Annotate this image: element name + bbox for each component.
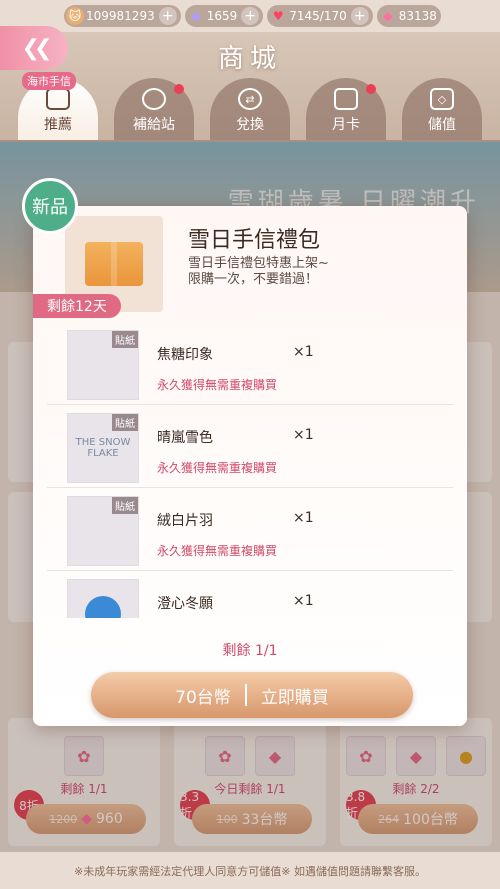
tab-supply[interactable]: 補給站 [114, 78, 194, 140]
item-qty: ×1 [293, 510, 314, 526]
notification-dot [366, 84, 376, 94]
list-item: 貼紙 焦糖印象 ×1 永久獲得無需重複購買 [47, 322, 453, 405]
item-qty: ×1 [293, 593, 314, 609]
tab-monthly-card[interactable]: 月卡 [306, 78, 386, 140]
buy-label: 立即購買 [260, 687, 329, 708]
tab-label: 月卡 [332, 117, 360, 133]
diamonds-count: 83138 [398, 9, 437, 23]
new-badge: 新品 [22, 178, 78, 234]
clock-icon [142, 88, 166, 110]
list-item: 澄心冬願 ×1 [47, 571, 453, 618]
divider [244, 684, 247, 706]
diamond-icon: ◆ [383, 9, 393, 23]
tab-badge: 海市手信 [22, 72, 76, 90]
sticker-tag: 貼紙 [112, 414, 138, 431]
resource-bar: 🐱 109981293 + ◆ 1659 + ♥ 7145/170 + ◆ 83138 [0, 0, 500, 32]
tab-label: 兌換 [236, 117, 264, 133]
modal-title: 雪日手信禮包 [188, 228, 321, 253]
buy-now-button[interactable]: 70台幣 立即購買 [91, 672, 413, 718]
sticker-thumb: THE SNOW FLAKE 貼紙 [67, 413, 139, 483]
tab-topup[interactable]: ◇ 儲值 [402, 78, 482, 140]
item-name: 澄心冬願 [157, 596, 213, 612]
exchange-icon: ⇄ [238, 88, 262, 110]
days-left-badge: 剩餘12天 [33, 294, 121, 318]
item-name: 絨白片羽 [157, 513, 213, 529]
list-item: 貼紙 絨白片羽 ×1 永久獲得無需重複購買 [47, 488, 453, 571]
gems-count: 1659 [206, 9, 238, 23]
modal-description: 雪日手信禮包特惠上架~ 限購一次，不要錯過！ [188, 256, 329, 287]
hearts-count: 7145/170 [289, 9, 347, 23]
sticker-tag: 貼紙 [112, 497, 138, 514]
item-qty: ×1 [293, 344, 314, 360]
footer-notice: ※未成年玩家需經法定代理人同意方可儲值※ 如遇儲值問題請聯繫客服。 [0, 852, 500, 889]
item-name: 焦糖印象 [157, 347, 213, 363]
add-gems-button[interactable]: + [241, 7, 260, 25]
price: 70台幣 [175, 687, 231, 708]
notification-dot [174, 84, 184, 94]
item-qty: ×1 [293, 427, 314, 443]
list-item: THE SNOW FLAKE 貼紙 晴嵐雪色 ×1 永久獲得無需重複購買 [47, 405, 453, 488]
sticker-tag: 貼紙 [112, 331, 138, 348]
calendar-icon [334, 88, 358, 110]
add-button[interactable]: + [158, 7, 177, 25]
item-name: 晴嵐雪色 [157, 430, 213, 446]
diamond-outline-icon: ◇ [430, 88, 454, 110]
tab-label: 補給站 [133, 117, 175, 133]
hearts-pill: ♥ 7145/170 + [267, 5, 373, 27]
add-hearts-button[interactable]: + [350, 7, 369, 25]
bag-icon [46, 88, 70, 110]
gems-pill: ◆ 1659 + [184, 5, 264, 27]
sticker-thumb: 貼紙 [67, 496, 139, 566]
tab-label: 儲值 [428, 117, 456, 133]
pack-contents-list[interactable]: 貼紙 焦糖印象 ×1 永久獲得無需重複購買 THE SNOW FLAKE 貼紙 晴… [47, 322, 453, 618]
gem-icon: ◆ [191, 9, 201, 23]
heart-icon: ♥ [272, 9, 284, 23]
player-id-pill: 🐱 109981293 + [64, 5, 181, 27]
item-note: 永久獲得無需重複購買 [157, 544, 278, 558]
tab-label: 推薦 [44, 117, 72, 133]
player-id: 109981293 [86, 9, 155, 23]
item-thumb [67, 579, 139, 618]
cat-avatar-icon: 🐱 [66, 7, 84, 25]
item-note: 永久獲得無需重複購買 [157, 461, 278, 475]
wish-icon [85, 596, 121, 618]
diamonds-pill: ◆ 83138 [376, 5, 441, 27]
sticker-art-text: THE SNOW FLAKE [75, 437, 131, 459]
purchase-limit: 剩餘 1/1 [222, 643, 278, 659]
gift-pack-modal: 雪日手信禮包 雪日手信禮包特惠上架~ 限購一次，不要錯過！ 剩餘12天 貼紙 焦… [33, 206, 467, 726]
tab-exchange[interactable]: ⇄ 兌換 [210, 78, 290, 140]
shop-tabs: 推薦 補給站 ⇄ 兌換 月卡 ◇ 儲值 [0, 78, 500, 140]
page-title: 商城 [217, 44, 282, 74]
item-note: 永久獲得無需重複購買 [157, 378, 278, 392]
sticker-thumb: 貼紙 [67, 330, 139, 400]
gift-box-icon [85, 242, 143, 286]
